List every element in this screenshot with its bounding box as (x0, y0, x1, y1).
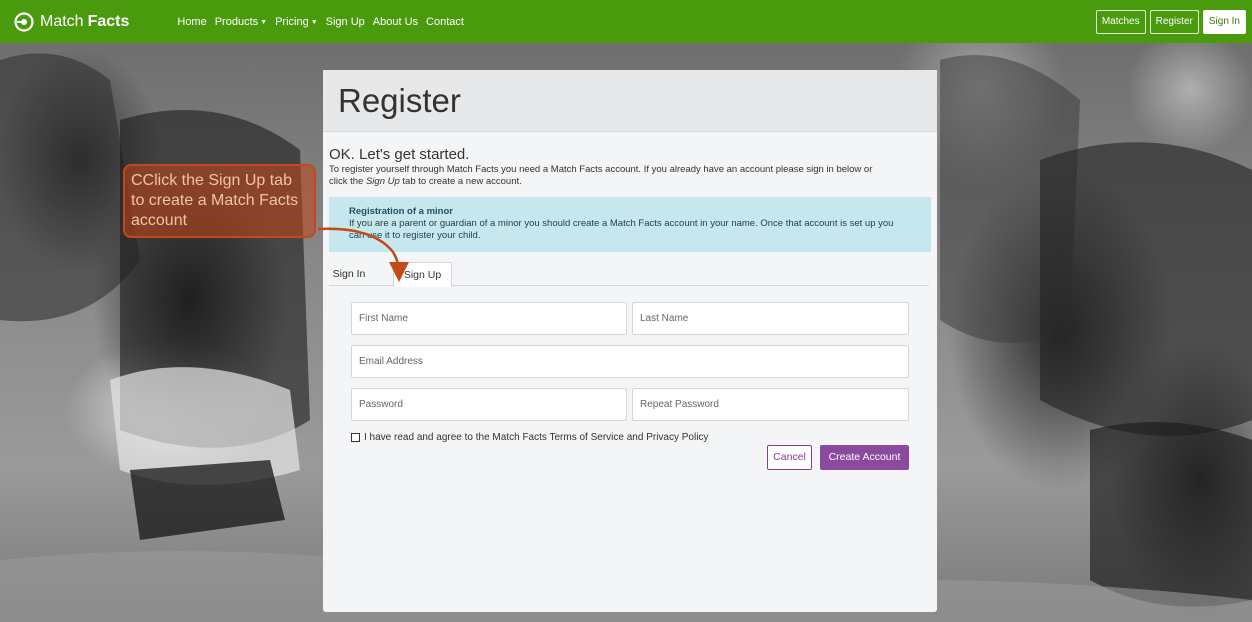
tab-sign-in[interactable]: Sign In (329, 262, 369, 286)
brand-name-match: Match (40, 12, 84, 30)
page-title: Register (338, 82, 461, 119)
terms-checkbox[interactable] (351, 433, 360, 442)
instruction-callout: CClick the Sign Up tab to create a Match… (123, 164, 316, 238)
caret-down-icon: ▼ (260, 18, 268, 26)
brand-logo-link[interactable]: Match Facts (14, 11, 130, 32)
intro-text: To register yourself through Match Facts… (329, 164, 931, 188)
alert-title: Registration of a minor (349, 206, 453, 217)
nav-right-buttons: Matches Register Sign In (1092, 10, 1246, 34)
brand-name-facts: Facts (87, 12, 130, 30)
terms-row: I have read and agree to the Match Facts… (351, 432, 708, 443)
create-account-button[interactable]: Create Account (820, 445, 909, 470)
sign-in-button[interactable]: Sign In (1202, 10, 1246, 34)
register-card: Register OK. Let's get started. To regis… (323, 70, 937, 612)
email-field[interactable]: Email Address (351, 345, 909, 378)
register-button[interactable]: Register (1149, 10, 1199, 34)
cancel-button[interactable]: Cancel (767, 445, 812, 470)
card-header: Register (323, 70, 937, 132)
card-body: OK. Let's get started. To register yours… (323, 132, 937, 287)
intro-line-2-before: click the (329, 176, 366, 187)
intro-line-1: To register yourself through Match Facts… (329, 164, 873, 175)
nav-links: Home Products ▼ Pricing ▼ Sign Up About Us… (177, 16, 472, 28)
nav-products-dropdown[interactable]: Products ▼ (215, 16, 267, 28)
nav-pricing-dropdown[interactable]: Pricing ▼ (275, 16, 318, 28)
last-name-field[interactable]: Last Name (632, 302, 909, 335)
intro-line-2-em: Sign Up (365, 176, 400, 187)
alert-text: If you are a parent or guardian of a min… (349, 218, 894, 241)
first-name-field[interactable]: First Name (351, 302, 627, 335)
terms-label: I have read and agree to the Match Facts… (364, 432, 709, 443)
nav-home-link[interactable]: Home (177, 16, 206, 28)
password-field[interactable]: Password (351, 388, 627, 421)
nav-about-link[interactable]: About Us (373, 16, 418, 28)
match-facts-logo-icon (14, 11, 34, 32)
nav-contact-link[interactable]: Contact (426, 16, 464, 28)
intro-heading: OK. Let's get started. (329, 146, 470, 163)
auth-tabs: Sign In Sign Up (329, 262, 929, 287)
caret-down-icon: ▼ (310, 18, 318, 26)
top-navbar: Match Facts Home Products ▼ Pricing ▼ Sign… (0, 0, 1252, 43)
intro-line-2-after: tab to create a new account. (399, 176, 522, 187)
minor-registration-alert: Registration of a minor If you are a par… (329, 197, 931, 252)
repeat-password-field[interactable]: Repeat Password (632, 388, 909, 421)
nav-signup-link[interactable]: Sign Up (326, 16, 365, 28)
matches-button[interactable]: Matches (1095, 10, 1146, 34)
tab-sign-up[interactable]: Sign Up (393, 262, 452, 287)
nav-pricing-label: Pricing (275, 15, 309, 28)
nav-products-label: Products (214, 15, 259, 28)
